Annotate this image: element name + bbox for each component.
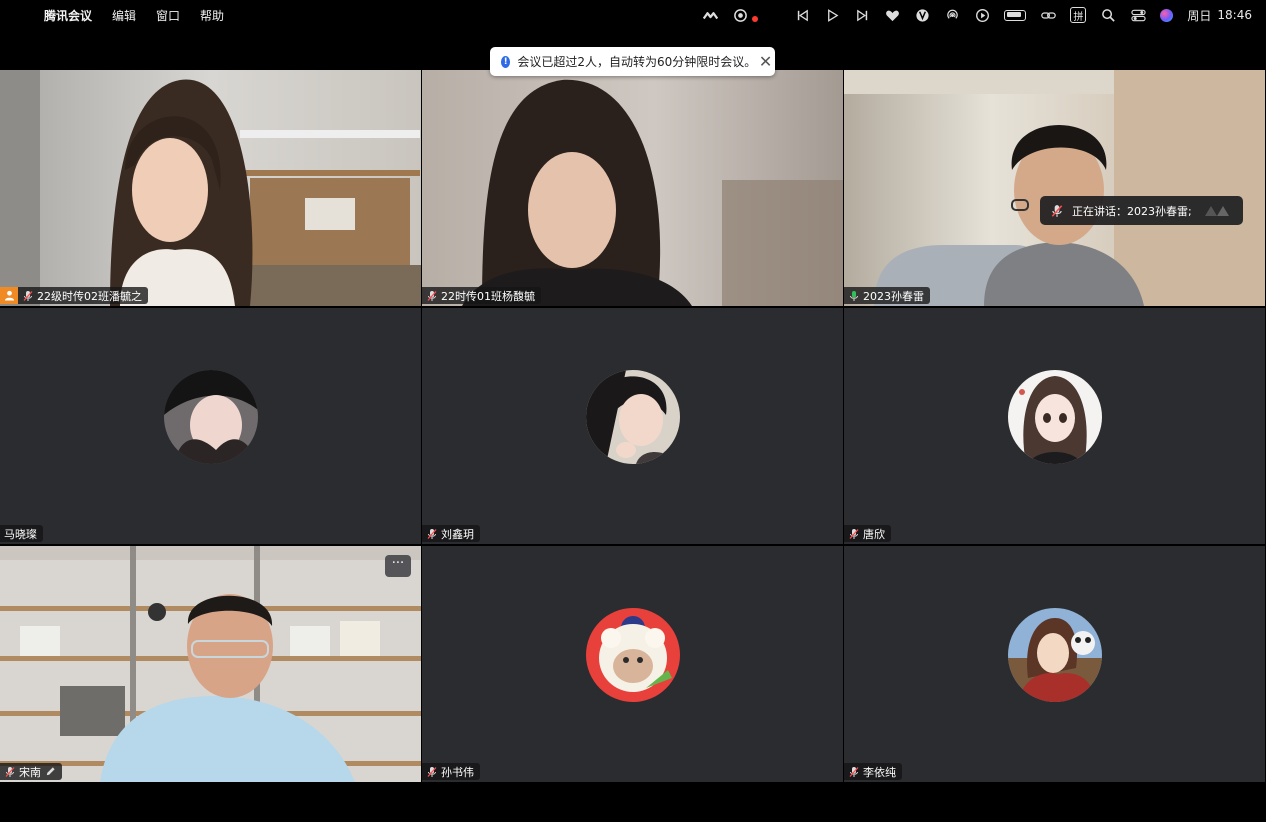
- name-tag: 唐欣: [844, 525, 891, 542]
- info-icon: !: [501, 55, 511, 68]
- participant-grid: 22级时传02班潘毓之 22时传01班杨馥毓 2023孙春雷 马晓璨 刘鑫玥 唐…: [0, 70, 1266, 782]
- mic-muted-icon: [848, 528, 860, 540]
- participant-avatar: [164, 370, 258, 464]
- participant-avatar: [586, 370, 680, 464]
- name-tag: 马晓璨: [0, 525, 43, 542]
- ime-icon[interactable]: 拼: [1070, 7, 1087, 23]
- search-icon[interactable]: [1100, 7, 1116, 23]
- participant-video: [0, 546, 421, 782]
- participant-tile[interactable]: 马晓璨: [0, 308, 421, 544]
- name-tag: 李依纯: [844, 763, 902, 780]
- participant-tile[interactable]: ··· 宋南: [0, 546, 421, 782]
- speaking-text: 正在讲话：2023孙春雷;: [1072, 204, 1192, 218]
- name-tag: 宋南: [0, 763, 62, 780]
- now-speaking-indicator: 正在讲话：2023孙春雷;: [1040, 196, 1243, 225]
- bottom-bar: [0, 782, 1266, 822]
- mic-muted-icon: [4, 766, 16, 778]
- participant-tile[interactable]: 2023孙春雷: [844, 70, 1265, 306]
- participant-name: 22时传01班杨馥毓: [441, 289, 535, 303]
- menu-bar: 腾讯会议 编辑 窗口 帮助 拼 周日 18:46: [0, 0, 1266, 30]
- more-options-button[interactable]: ···: [385, 555, 411, 577]
- airdrop-icon[interactable]: [944, 7, 960, 23]
- menu-help[interactable]: 帮助: [200, 7, 224, 24]
- clock-time[interactable]: 18:46: [1217, 8, 1252, 22]
- participant-tile[interactable]: 李依纯: [844, 546, 1265, 782]
- participant-name: 刘鑫玥: [441, 527, 474, 541]
- play-icon[interactable]: [824, 7, 840, 23]
- participant-name: 唐欣: [863, 527, 885, 541]
- mic-muted-icon: [848, 766, 860, 778]
- mic-active-icon: [848, 290, 860, 302]
- app-menu[interactable]: 腾讯会议: [44, 7, 92, 24]
- name-tag: 刘鑫玥: [422, 525, 480, 542]
- participant-tile[interactable]: 唐欣: [844, 308, 1265, 544]
- participant-tile[interactable]: 22级时传02班潘毓之: [0, 70, 421, 306]
- menu-window[interactable]: 窗口: [156, 7, 180, 24]
- close-icon[interactable]: ✕: [756, 52, 775, 71]
- siri-icon[interactable]: [1160, 8, 1174, 22]
- participant-tile[interactable]: 22时传01班杨馥毓: [422, 70, 843, 306]
- mic-muted-icon: [1050, 204, 1064, 218]
- participant-video: [422, 70, 843, 306]
- participant-avatar: [1008, 370, 1102, 464]
- status-bar: 拼 周日 18:46: [702, 0, 1252, 30]
- prev-track-icon[interactable]: [794, 7, 810, 23]
- participant-avatar: [586, 608, 680, 702]
- host-badge-icon: [0, 287, 18, 304]
- participant-tile[interactable]: 刘鑫玥: [422, 308, 843, 544]
- participant-name: 22级时传02班潘毓之: [37, 289, 142, 303]
- notice-text: 会议已超过2人，自动转为60分钟限时会议。: [517, 55, 757, 69]
- mic-muted-icon: [426, 766, 438, 778]
- participant-name: 宋南: [19, 765, 41, 779]
- heart-icon[interactable]: [884, 7, 900, 23]
- name-tag: 22级时传02班潘毓之: [0, 287, 148, 304]
- vpn-icon[interactable]: [914, 7, 930, 23]
- participant-video: [844, 70, 1265, 306]
- participant-avatar: [1008, 608, 1102, 702]
- participant-name: 李依纯: [863, 765, 896, 779]
- mic-muted-icon: [426, 290, 438, 302]
- participant-video: [0, 70, 421, 306]
- next-track-icon[interactable]: [854, 7, 870, 23]
- participant-name: 2023孙春雷: [863, 289, 924, 303]
- clock-day[interactable]: 周日: [1187, 7, 1211, 24]
- menu-edit[interactable]: 编辑: [112, 7, 136, 24]
- play-circle-icon[interactable]: [974, 7, 990, 23]
- recording-dot: [752, 16, 759, 22]
- participant-tile[interactable]: 孙书伟: [422, 546, 843, 782]
- participant-name: 马晓璨: [4, 527, 37, 541]
- name-tag: 孙书伟: [422, 763, 480, 780]
- control-center-icon[interactable]: [1130, 7, 1146, 23]
- name-tag: 2023孙春雷: [844, 287, 930, 304]
- participant-name: 孙书伟: [441, 765, 474, 779]
- link-icon[interactable]: [1040, 7, 1056, 23]
- battery-icon[interactable]: [1004, 9, 1027, 21]
- tencent-meeting-icon[interactable]: [702, 7, 718, 23]
- meeting-limit-notice: ! 会议已超过2人，自动转为60分钟限时会议。 ✕: [490, 47, 775, 76]
- mic-muted-icon: [22, 290, 34, 302]
- rename-pencil-icon[interactable]: [45, 766, 56, 777]
- screen-record-icon[interactable]: [732, 7, 748, 23]
- audio-wave-icon: [1205, 205, 1229, 216]
- name-tag: 22时传01班杨馥毓: [422, 287, 541, 304]
- mic-muted-icon: [426, 528, 438, 540]
